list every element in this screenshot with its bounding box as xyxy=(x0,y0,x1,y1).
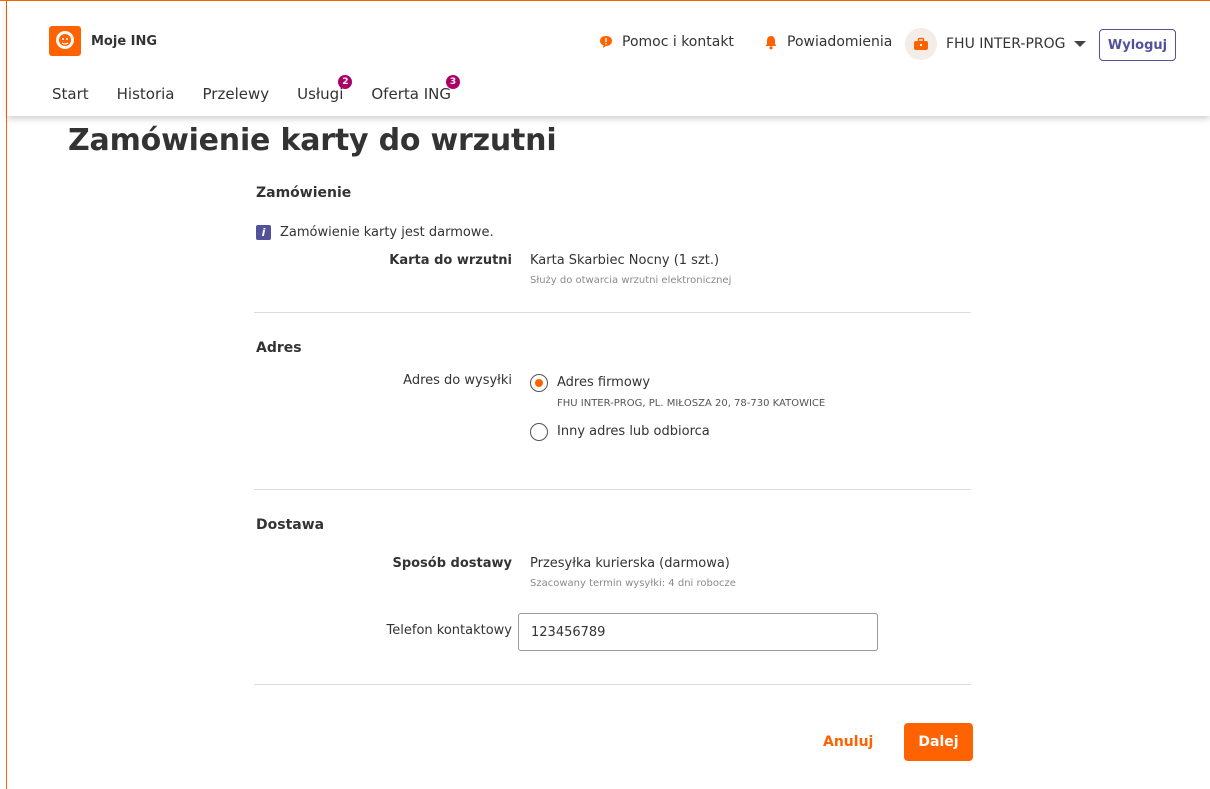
lion-icon[interactable] xyxy=(49,26,81,56)
caret-down-icon xyxy=(1073,41,1086,47)
notifications-label: Powiadomienia xyxy=(787,34,893,50)
help-contact-label: Pomoc i kontakt xyxy=(622,34,734,50)
notification-count-badge: 3 xyxy=(445,75,460,89)
nav-item-label: Historia xyxy=(116,85,175,103)
delivery-estimate: Szacowany termin wysyłki: 4 dni robocze xyxy=(530,578,736,589)
briefcase-icon xyxy=(905,28,937,60)
delivery-method-value: Przesyłka kurierska (darmowa) xyxy=(530,556,730,571)
order-section-title: Zamówienie xyxy=(256,185,352,201)
logout-button[interactable]: Wyloguj xyxy=(1099,29,1176,61)
nav-item-label: Oferta ING xyxy=(371,85,451,103)
page-title: Zamówienie karty do wrzutni xyxy=(68,123,557,158)
nav-item-historia[interactable]: Historia xyxy=(117,85,175,103)
help-contact-link[interactable]: Pomoc i kontakt xyxy=(599,34,734,50)
next-button[interactable]: Dalej xyxy=(904,723,973,761)
window-border-left xyxy=(6,0,7,789)
info-icon: i xyxy=(256,225,271,240)
shipping-address-label: Adres do wysyłki xyxy=(403,373,512,388)
section-divider xyxy=(254,684,971,685)
company-switcher[interactable]: FHU INTER-PROG xyxy=(905,28,1086,60)
chat-bubble-icon xyxy=(599,35,613,49)
address-section-title: Adres xyxy=(256,340,302,356)
notifications-link[interactable]: Powiadomienia xyxy=(764,34,892,50)
info-text: Zamówienie karty jest darmowe. xyxy=(280,225,494,240)
notification-count-badge: 2 xyxy=(338,75,353,89)
phone-input[interactable] xyxy=(518,613,878,651)
info-message: i Zamówienie karty jest darmowe. xyxy=(256,225,494,240)
section-divider xyxy=(254,312,971,313)
cancel-button[interactable]: Anuluj xyxy=(823,734,873,750)
nav-item-label: Przelewy xyxy=(202,85,270,103)
phone-label: Telefon kontaktowy xyxy=(386,623,512,638)
delivery-section-title: Dostawa xyxy=(256,517,325,533)
brand-name[interactable]: Moje ING xyxy=(91,34,157,49)
company-address-detail: FHU INTER-PROG, PL. MIŁOSZA 20, 78-730 K… xyxy=(557,398,826,409)
bell-icon xyxy=(764,35,778,50)
other-address-radio[interactable] xyxy=(530,423,548,441)
card-description: Służy do otwarcia wrzutni elektronicznej xyxy=(530,275,732,286)
other-address-label[interactable]: Inny adres lub odbiorca xyxy=(557,424,710,439)
nav-item-label: Usługi xyxy=(297,85,344,103)
top-header: Moje ING Pomoc i kontakt Powiadomienia F… xyxy=(7,1,1210,116)
section-divider xyxy=(254,489,971,490)
nav-item-label: Start xyxy=(52,85,89,103)
nav-item-uslugi[interactable]: Usługi 2 xyxy=(297,75,353,103)
card-label: Karta do wrzutni xyxy=(389,253,512,268)
nav-item-oferta-ing[interactable]: Oferta ING 3 xyxy=(371,75,460,103)
nav-item-przelewy[interactable]: Przelewy xyxy=(203,85,270,103)
card-value: Karta Skarbiec Nocny (1 szt.) xyxy=(530,253,720,268)
nav-item-start[interactable]: Start xyxy=(52,85,89,103)
company-address-radio[interactable] xyxy=(530,374,548,392)
company-address-label[interactable]: Adres firmowy xyxy=(557,375,650,390)
company-name: FHU INTER-PROG xyxy=(946,36,1066,52)
main-nav: Start Historia Przelewy Usługi 2 Oferta I… xyxy=(52,75,479,103)
delivery-method-label: Sposób dostawy xyxy=(392,556,512,571)
